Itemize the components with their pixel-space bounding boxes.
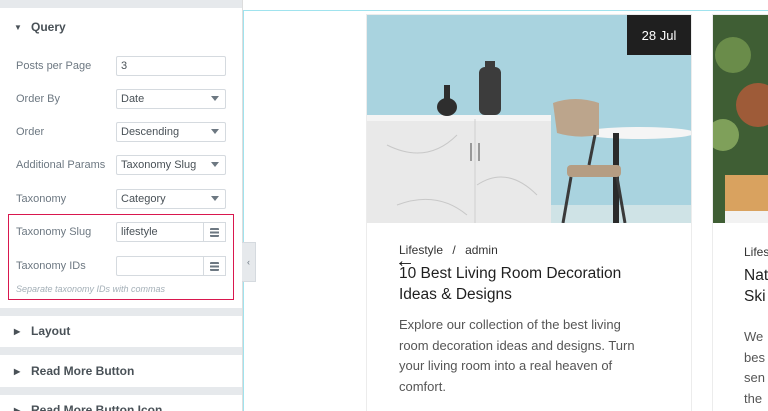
taxonomy-label: Taxonomy bbox=[16, 193, 67, 205]
caret-right-icon: ▶ bbox=[14, 366, 21, 376]
settings-panel: ▼ Query Posts per Page 3 Order By Date O… bbox=[0, 0, 243, 411]
order-select[interactable]: Descending bbox=[116, 122, 226, 142]
read-more-section-header[interactable]: ▶ Read More Button bbox=[0, 354, 242, 388]
excerpt-line: room decoration ideas and designs. Turn bbox=[399, 337, 635, 353]
query-section-header[interactable]: ▼ Query bbox=[0, 10, 242, 44]
excerpt-line: We bbox=[744, 329, 764, 344]
query-section-label: Query bbox=[31, 20, 66, 34]
additional-params-value: Taxonomy Slug bbox=[121, 159, 197, 171]
excerpt-line: bes bbox=[744, 349, 765, 365]
post-body: Lifestyle / admin ← 10 Best Living Room … bbox=[395, 243, 669, 397]
taxonomy-ids-label: Taxonomy IDs bbox=[16, 260, 86, 272]
post-thumbnail[interactable]: 28 Jul bbox=[367, 15, 691, 223]
additional-params-label: Additional Params bbox=[16, 159, 106, 171]
post-card[interactable]: 28 Jul Lifestyle / admin ← 10 Best Livin… bbox=[367, 15, 691, 411]
taxonomy-slug-value: lifestyle bbox=[121, 226, 158, 238]
read-more-section-label: Read More Button bbox=[31, 364, 135, 378]
posts-per-page-label: Posts per Page bbox=[16, 60, 92, 72]
order-by-value: Date bbox=[121, 93, 145, 105]
excerpt-line: sen bbox=[744, 370, 765, 385]
chevron-left-icon: ‹ bbox=[247, 257, 250, 267]
date-badge: 28 Jul bbox=[627, 15, 691, 55]
meta-separator: / bbox=[452, 243, 456, 257]
taxonomy-value: Category bbox=[121, 193, 166, 205]
excerpt-line: your living room into a real heaven of bbox=[399, 358, 613, 373]
layout-section-label: Layout bbox=[31, 324, 71, 338]
layout-section-header[interactable]: ▶ Layout bbox=[0, 314, 242, 348]
post-card[interactable]: Lifes Nat Ski We bes sen the bbox=[713, 15, 768, 411]
excerpt-line: the bbox=[744, 390, 763, 406]
posts-per-page-value: 3 bbox=[121, 60, 128, 72]
post-author-link[interactable]: admin bbox=[465, 243, 498, 257]
post-title[interactable]: 10 Best Living Room Decoration Ideas & D… bbox=[399, 263, 669, 305]
taxonomy-ids-input[interactable] bbox=[116, 256, 204, 276]
additional-params-select[interactable]: Taxonomy Slug bbox=[116, 155, 226, 175]
posts-per-page-input[interactable]: 3 bbox=[116, 56, 226, 76]
excerpt-line: Explore our collection of the best livin… bbox=[399, 317, 621, 332]
caret-down-icon: ▼ bbox=[14, 22, 22, 32]
caret-right-icon: ▶ bbox=[14, 405, 21, 411]
dropdown-arrow-icon bbox=[211, 196, 219, 201]
post-excerpt: We bes sen the bbox=[744, 327, 765, 409]
arrow-left-icon[interactable]: ← bbox=[395, 251, 415, 271]
taxonomy-ids-hint: Separate taxonomy IDs with commas bbox=[16, 284, 166, 294]
excerpt-line: comfort. bbox=[399, 378, 446, 394]
caret-right-icon: ▶ bbox=[14, 326, 21, 336]
post-meta[interactable]: Lifes bbox=[744, 245, 768, 259]
skincare-image bbox=[713, 15, 768, 223]
read-more-icon-section-header[interactable]: ▶ Read More Button Icon bbox=[0, 393, 242, 411]
order-by-select[interactable]: Date bbox=[116, 89, 226, 109]
post-title-line: 10 Best Living Room Decoration bbox=[399, 265, 622, 282]
taxonomy-slug-label: Taxonomy Slug bbox=[16, 226, 92, 238]
post-title-line: Nat bbox=[744, 267, 768, 284]
post-thumbnail[interactable] bbox=[713, 15, 768, 223]
post-title-line: Ski bbox=[744, 288, 766, 305]
database-icon bbox=[210, 261, 219, 271]
taxonomy-select[interactable]: Category bbox=[116, 189, 226, 209]
dropdown-arrow-icon bbox=[211, 162, 219, 167]
read-more-icon-section-label: Read More Button Icon bbox=[31, 403, 163, 411]
dynamic-tags-button[interactable] bbox=[204, 222, 226, 242]
dropdown-arrow-icon bbox=[211, 129, 219, 134]
dropdown-arrow-icon bbox=[211, 96, 219, 101]
taxonomy-slug-input[interactable]: lifestyle bbox=[116, 222, 204, 242]
database-icon bbox=[210, 227, 219, 237]
post-title[interactable]: Nat Ski bbox=[744, 265, 768, 307]
dynamic-tags-button[interactable] bbox=[204, 256, 226, 276]
order-by-label: Order By bbox=[16, 93, 61, 105]
panel-divider bbox=[0, 0, 242, 8]
order-label: Order bbox=[16, 126, 45, 138]
order-value: Descending bbox=[121, 126, 180, 138]
post-meta: Lifestyle / admin bbox=[399, 243, 669, 259]
preview-canvas: 28 Jul Lifestyle / admin ← 10 Best Livin… bbox=[243, 0, 768, 411]
post-excerpt: Explore our collection of the best livin… bbox=[399, 315, 669, 397]
post-title-line: Ideas & Designs bbox=[399, 286, 512, 303]
collapse-panel-toggle[interactable]: ‹ bbox=[242, 242, 256, 282]
